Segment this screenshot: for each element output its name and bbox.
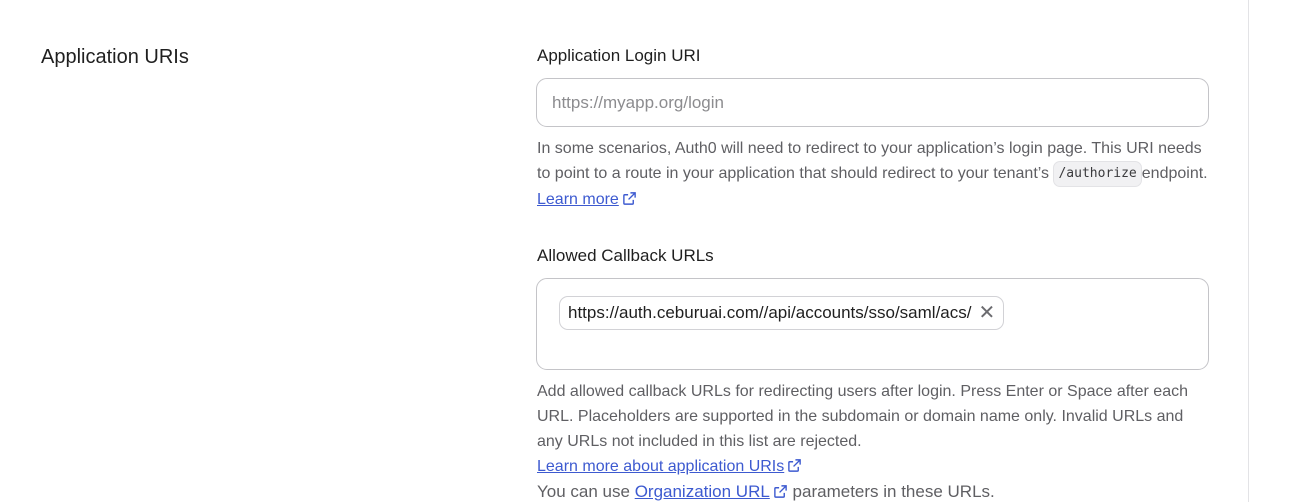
login-uri-input[interactable] (536, 78, 1209, 127)
vertical-divider (1248, 0, 1249, 502)
authorize-code: /authorize (1053, 161, 1142, 187)
callback-urls-label: Allowed Callback URLs (537, 246, 714, 265)
callback-urls-help: Add allowed callback URLs for redirectin… (537, 379, 1209, 502)
close-icon[interactable]: ✕ (978, 303, 995, 323)
section-title: Application URIs (41, 46, 189, 68)
login-uri-label: Application Login URI (537, 46, 701, 65)
application-uris-learn-more-link[interactable]: Learn more about application URIs (537, 458, 802, 475)
organization-url-note: You can use Organization URL parameters … (537, 482, 995, 501)
callback-urls-input[interactable]: https://auth.ceburuai.com//api/accounts/… (536, 278, 1209, 370)
callback-url-tag: https://auth.ceburuai.com//api/accounts/… (559, 296, 1005, 330)
external-link-icon (773, 485, 787, 498)
settings-page: Application URIs Application Login URI I… (0, 0, 1297, 502)
callback-url-tag-text: https://auth.ceburuai.com//api/accounts/… (568, 303, 972, 322)
external-link-icon (623, 192, 636, 205)
login-uri-learn-more-link[interactable]: Learn more (537, 191, 637, 208)
login-uri-field: Application Login URI In some scenarios,… (536, 46, 1209, 212)
external-link-icon (788, 459, 802, 472)
callback-urls-field: Allowed Callback URLs https://auth.cebur… (536, 246, 1209, 502)
organization-url-link[interactable]: Organization URL (635, 482, 788, 501)
login-uri-help: In some scenarios, Auth0 will need to re… (537, 140, 1208, 208)
